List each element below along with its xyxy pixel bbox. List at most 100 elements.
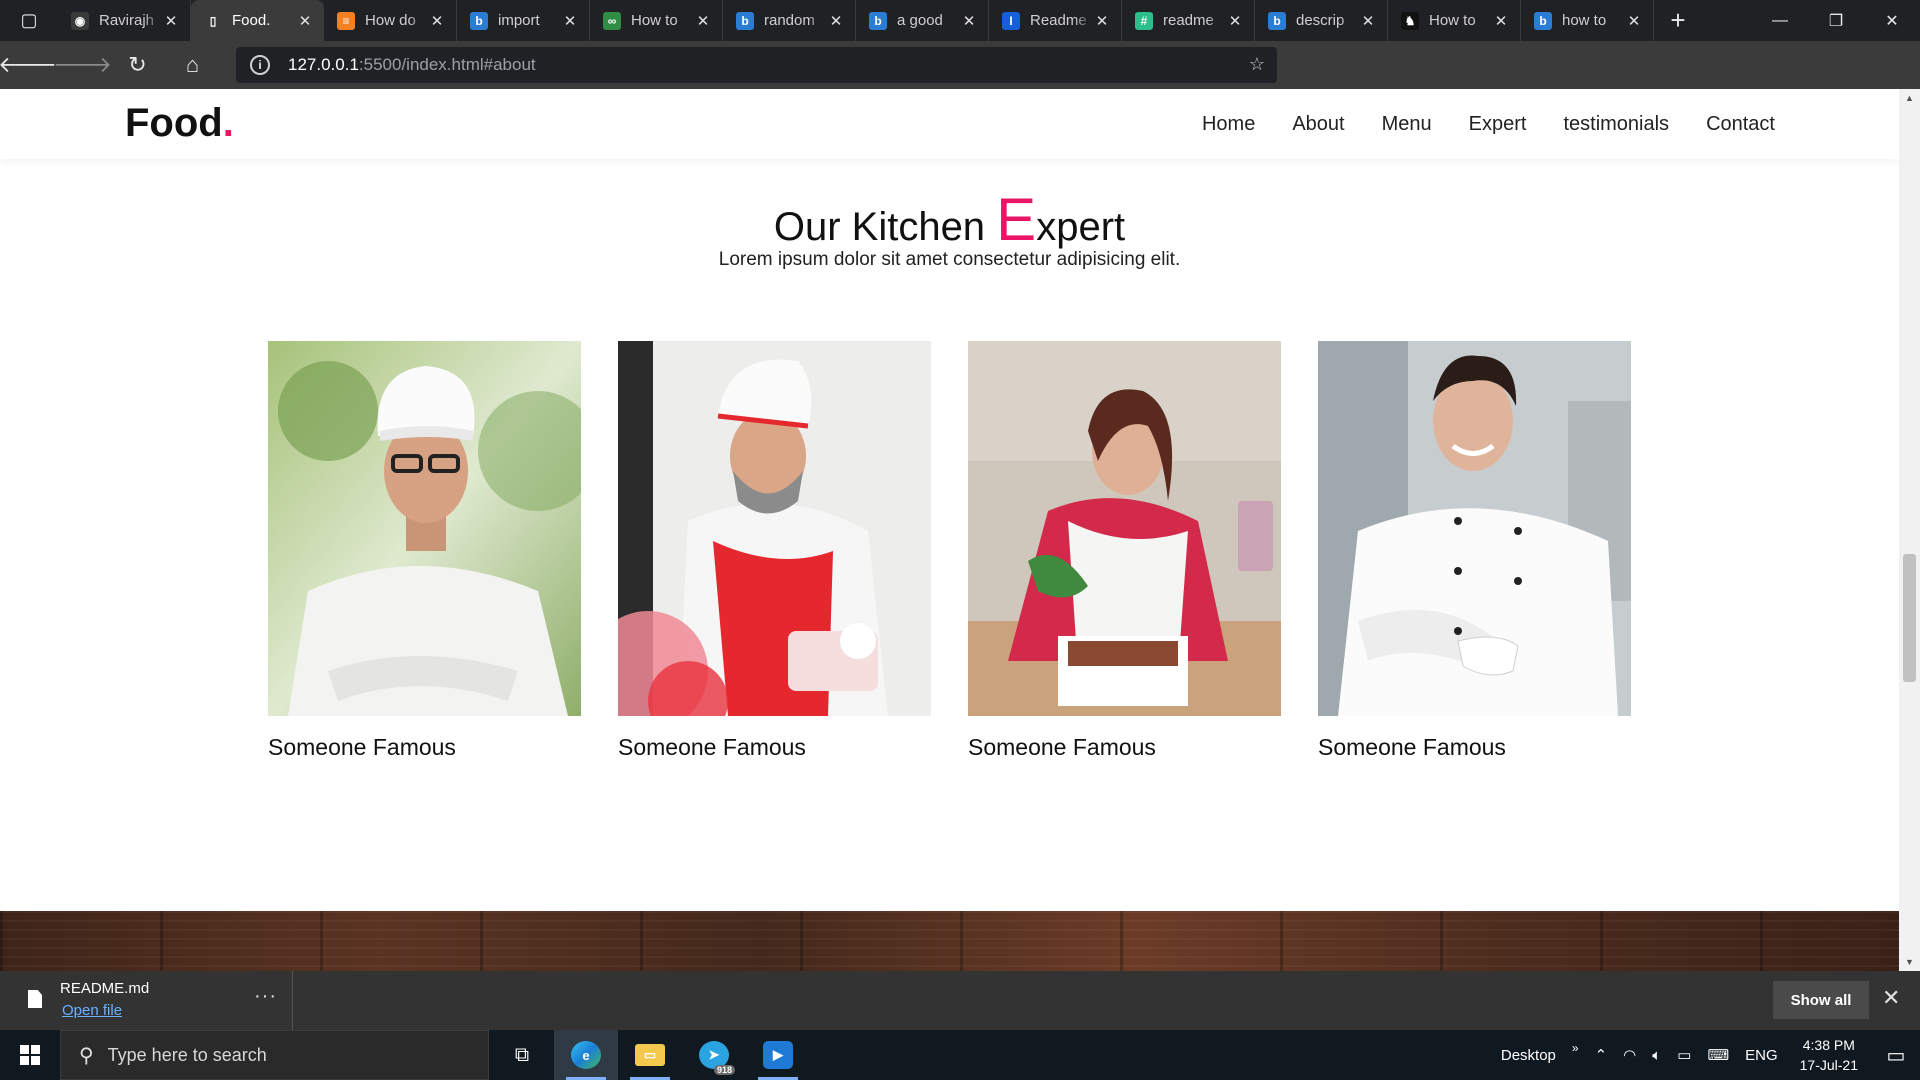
battery-icon[interactable]: ▭ [1669, 1046, 1699, 1064]
tab-title: Food. [232, 12, 271, 29]
minimize-icon[interactable]: — [1752, 0, 1808, 41]
telegram-icon[interactable]: ➤ 918 [682, 1030, 746, 1080]
nav-link-home[interactable]: Home [1202, 113, 1255, 136]
taskbar-apps: ⧉ e ▭ ➤ 918 ▶ [490, 1030, 810, 1080]
close-tab-icon[interactable]: ✕ [1359, 12, 1377, 30]
open-file-link[interactable]: Open file [62, 1002, 122, 1019]
browser-tab[interactable]: ≡ How do ✕ [324, 0, 457, 41]
logo-text: Food [125, 101, 223, 145]
browser-tab[interactable]: ▯ Food. ✕ [191, 0, 324, 41]
search-icon: ⚲ [79, 1044, 94, 1067]
close-tab-icon[interactable]: ✕ [1093, 12, 1111, 30]
scroll-down-icon[interactable]: ▼ [1899, 957, 1920, 967]
restore-icon[interactable]: ❐ [1808, 0, 1864, 41]
windows-taskbar: ⚲ Type here to search ⧉ e ▭ ➤ 918 ▶ Deskt… [0, 1030, 1920, 1080]
file-icon [28, 990, 42, 1008]
volume-icon[interactable]: 🔈︎ [1644, 1047, 1669, 1064]
address-input[interactable]: i 127.0.0.1:5500/index.html#about ☆ [236, 47, 1277, 83]
tab-favicon-icon: ♞ [1401, 11, 1419, 30]
close-tab-icon[interactable]: ✕ [827, 12, 845, 30]
browser-tab[interactable]: b a good ✕ [856, 0, 989, 41]
tab-title: Readme [1030, 12, 1087, 29]
close-tab-icon[interactable]: ✕ [428, 12, 446, 30]
close-tab-icon[interactable]: ✕ [694, 12, 712, 30]
window-controls: — ❐ ✕ [1752, 0, 1920, 41]
tab-title: How to [1429, 12, 1476, 29]
expert-photo [618, 341, 931, 716]
download-item[interactable]: README.md Open file ··· [0, 971, 293, 1030]
wood-background-section [0, 911, 1899, 971]
task-view-icon[interactable]: ⧉ [490, 1030, 554, 1080]
expert-photo [1318, 341, 1631, 716]
browser-tab[interactable]: b random ✕ [723, 0, 856, 41]
tab-title: how to [1562, 12, 1607, 29]
browser-tab[interactable]: b descrip ✕ [1255, 0, 1388, 41]
notifications-icon[interactable]: ▭ [1872, 1030, 1920, 1080]
desktop-toolbar-label[interactable]: Desktop [1493, 1047, 1564, 1064]
browser-tab[interactable]: # readme ✕ [1122, 0, 1255, 41]
site-info-icon[interactable]: i [250, 55, 270, 75]
page-scrollbar[interactable]: ▲ ▼ [1899, 89, 1920, 971]
taskbar-search-input[interactable]: ⚲ Type here to search [60, 1030, 489, 1080]
close-tab-icon[interactable]: ✕ [1625, 12, 1643, 30]
system-tray: Desktop » ⌃ ◠ 🔈︎ ▭ ⌨ ENG 4:38 PM 17-Jul-… [1493, 1030, 1920, 1080]
start-button[interactable] [0, 1030, 60, 1080]
close-tab-icon[interactable]: ✕ [296, 12, 314, 30]
file-explorer-icon[interactable]: ▭ [618, 1030, 682, 1080]
refresh-icon[interactable]: ↻ [110, 41, 165, 89]
tab-favicon-icon: ◉ [71, 11, 89, 30]
download-more-icon[interactable]: ··· [254, 985, 277, 1008]
browser-tab[interactable]: ♞ How to ✕ [1388, 0, 1521, 41]
close-tab-icon[interactable]: ✕ [960, 12, 978, 30]
nav-link-about[interactable]: About [1292, 113, 1344, 136]
show-all-button[interactable]: Show all [1773, 981, 1869, 1019]
nav-link-menu[interactable]: Menu [1382, 113, 1432, 136]
language-indicator[interactable]: ENG [1737, 1047, 1786, 1064]
tab-actions-icon[interactable]: ▢ [0, 0, 58, 41]
scrollbar-thumb[interactable] [1903, 554, 1916, 682]
scroll-up-icon[interactable]: ▲ [1899, 93, 1920, 103]
close-tab-icon[interactable]: ✕ [561, 12, 579, 30]
nav-link-contact[interactable]: Contact [1706, 113, 1775, 136]
home-icon[interactable]: ⌂ [165, 41, 220, 89]
tab-favicon-icon: b [736, 11, 754, 30]
browser-tab[interactable]: I Readme ✕ [989, 0, 1122, 41]
close-tab-icon[interactable]: ✕ [1226, 12, 1244, 30]
add-favorite-icon[interactable]: ☆ [1249, 54, 1265, 75]
site-nav: Home About Menu Expert testimonials Contact [1165, 113, 1775, 136]
taskbar-clock[interactable]: 4:38 PM 17-Jul-21 [1786, 1035, 1872, 1075]
nav-link-testimonials[interactable]: testimonials [1563, 113, 1669, 136]
vscode-taskbar-icon[interactable]: ▶ [746, 1030, 810, 1080]
close-download-shelf-icon[interactable]: ✕ [1882, 985, 1900, 1011]
close-tab-icon[interactable]: ✕ [1492, 12, 1510, 30]
browser-tab[interactable]: b how to ✕ [1521, 0, 1654, 41]
tab-favicon-icon: I [1002, 11, 1020, 30]
browser-tab[interactable]: ◉ Ravirajh ✕ [58, 0, 191, 41]
back-icon[interactable]: 🡐 [0, 41, 57, 89]
search-placeholder: Type here to search [107, 1044, 267, 1065]
tab-title: readme [1163, 12, 1214, 29]
page-viewport: Food. Home About Menu Expert testimonials Con… [0, 89, 1899, 971]
new-tab-button[interactable]: + [1654, 0, 1702, 41]
expert-card: Someone Famous [268, 341, 581, 761]
forward-icon[interactable]: 🡒 [53, 41, 112, 89]
tray-overflow-icon[interactable]: ⌃ [1587, 1046, 1616, 1064]
browser-tab[interactable]: ∞ How to ✕ [590, 0, 723, 41]
toolbar-expand-icon[interactable]: » [1564, 1041, 1587, 1055]
expert-card: Someone Famous [968, 341, 1281, 761]
tab-title: a good [897, 12, 943, 29]
site-logo[interactable]: Food. [125, 101, 234, 146]
close-tab-icon[interactable]: ✕ [162, 12, 180, 30]
expert-name: Someone Famous [1318, 734, 1506, 760]
keyboard-icon[interactable]: ⌨ [1699, 1046, 1737, 1064]
download-shelf: README.md Open file ··· Show all ✕ [0, 971, 1920, 1030]
browser-tab[interactable]: b import ✕ [457, 0, 590, 41]
download-file-name: README.md [60, 980, 150, 997]
wifi-icon[interactable]: ◠ [1615, 1046, 1644, 1064]
close-window-icon[interactable]: ✕ [1864, 0, 1920, 41]
edge-taskbar-icon[interactable]: e [554, 1030, 618, 1080]
nav-link-expert[interactable]: Expert [1469, 113, 1527, 136]
title-capital: E [996, 186, 1037, 253]
tab-favicon-icon: ▯ [204, 11, 222, 30]
tab-title: Ravirajh [99, 12, 155, 29]
